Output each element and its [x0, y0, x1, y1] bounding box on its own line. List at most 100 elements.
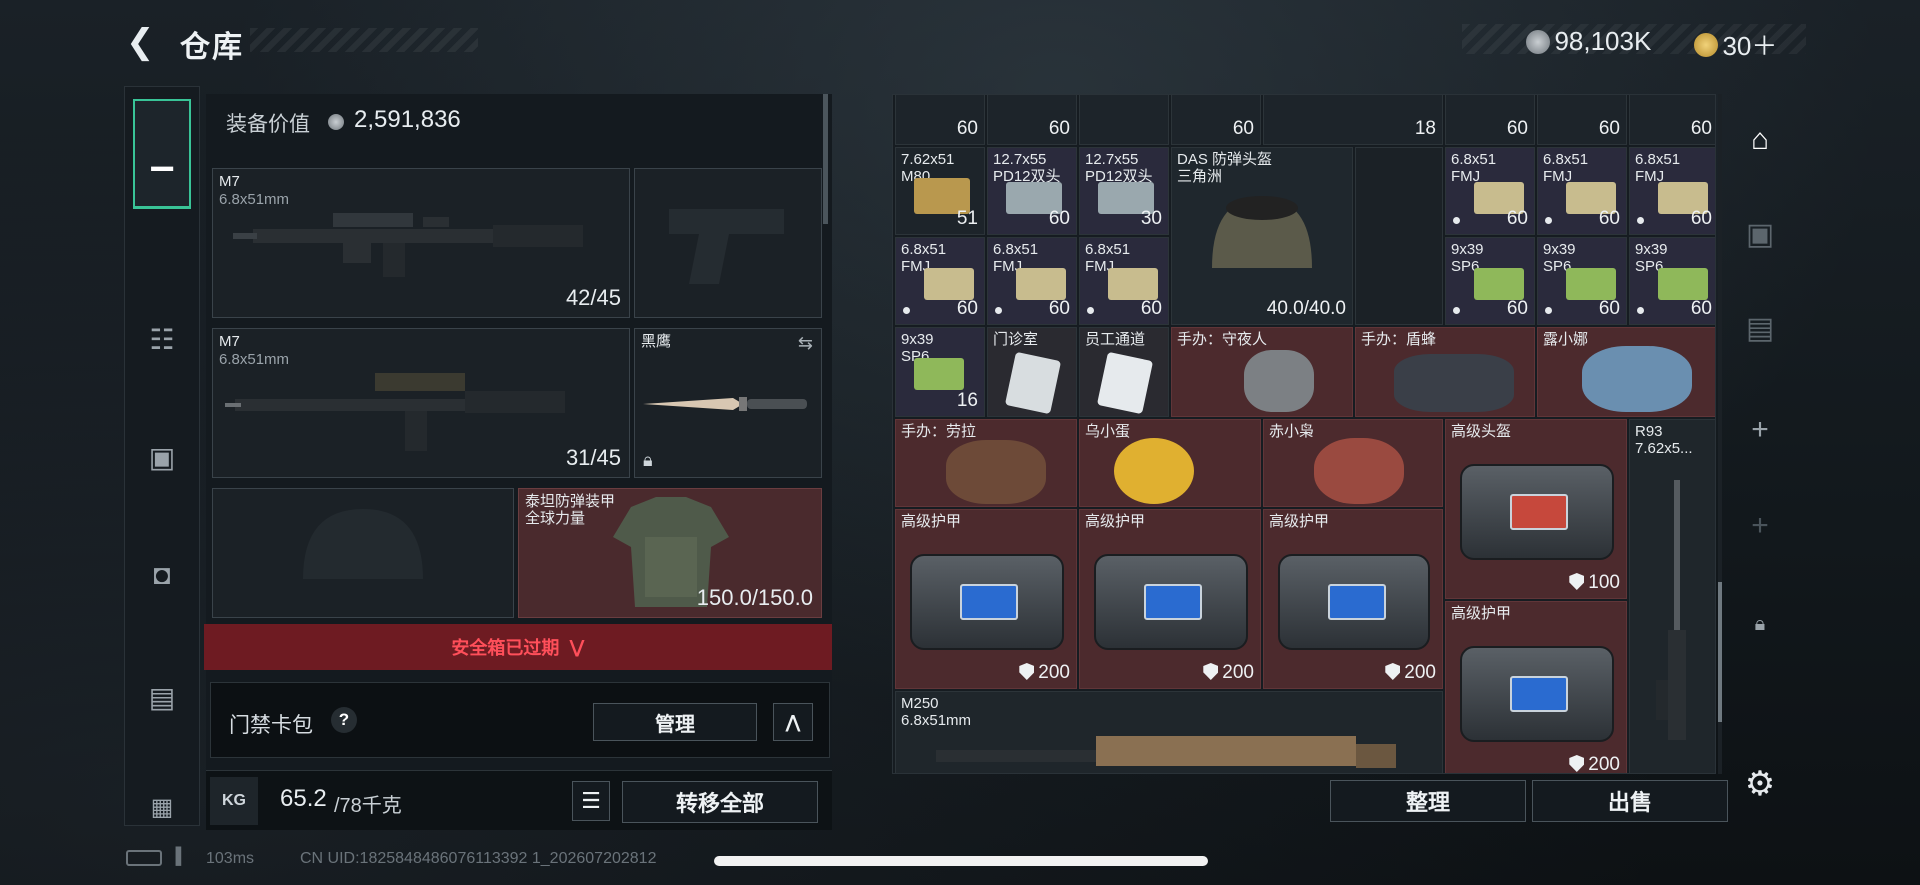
- ammo-item[interactable]: 6.8x51 FMJ 60: [987, 237, 1077, 325]
- sell-button[interactable]: 出售: [1532, 780, 1728, 822]
- ammo-item[interactable]: 12.7x55 PD12双头 60: [987, 147, 1077, 235]
- secondary-weapon-slot[interactable]: M7 6.8x51mm 31/45: [212, 328, 630, 478]
- helmet-slot-empty[interactable]: [212, 488, 514, 618]
- item-count: 200: [1038, 662, 1070, 683]
- ammo-item[interactable]: 7.62x51 M80 51: [895, 147, 985, 235]
- ammo-box-icon: [1566, 268, 1616, 300]
- item-count: 200: [1588, 754, 1620, 774]
- item-count: 60: [1506, 208, 1528, 229]
- gear-icon[interactable]: ⚙: [1722, 744, 1798, 824]
- rack-icon[interactable]: ▤: [1722, 288, 1798, 368]
- inventory-item[interactable]: [1079, 95, 1169, 145]
- armor-case-item[interactable]: 高级护甲 200: [1079, 509, 1261, 689]
- inventory-item[interactable]: 60: [987, 95, 1077, 145]
- figure-item[interactable]: 赤小枭: [1263, 419, 1443, 507]
- currency-2[interactable]: 30＋: [1694, 26, 1777, 63]
- item-count: 60: [956, 118, 978, 139]
- case-tab-icon[interactable]: ▤: [133, 667, 191, 727]
- back-icon[interactable]: ❮: [126, 24, 162, 60]
- inventory-item[interactable]: 60: [1537, 95, 1627, 145]
- item-count: 200: [1404, 662, 1436, 683]
- helmet-item[interactable]: DAS 防弹头盔 三角洲 40.0/40.0: [1171, 147, 1353, 325]
- sort-button[interactable]: 整理: [1330, 780, 1526, 822]
- armor-slot[interactable]: 泰坦防弹装甲 全球力量 150.0/150.0: [518, 488, 822, 618]
- ammo-item[interactable]: 9x39 SP6 16: [895, 327, 985, 417]
- item-count: 60: [1598, 298, 1620, 319]
- item-count: 60: [1690, 208, 1712, 229]
- item-label: 高级护甲: [901, 513, 962, 530]
- cabinet-icon[interactable]: ▣: [1722, 194, 1798, 274]
- item-count: 60: [1506, 298, 1528, 319]
- armor-case-item[interactable]: 高级护甲 200: [1445, 601, 1627, 774]
- inventory-item[interactable]: 60: [1445, 95, 1535, 145]
- ammo-item[interactable]: 6.8x51 FMJ 60: [1079, 237, 1169, 325]
- weapon-tab-icon[interactable]: ▁: [133, 99, 191, 209]
- status-dot: [1087, 307, 1094, 314]
- item-count: 60: [1598, 208, 1620, 229]
- armor-case-item[interactable]: 高级护甲 200: [895, 509, 1077, 689]
- weight-icon: KG: [210, 777, 258, 825]
- coin-icon: [328, 114, 344, 130]
- bag-icon: [1460, 646, 1614, 742]
- primary-weapon-slot[interactable]: M7 6.8x51mm 42/45: [212, 168, 630, 318]
- figure-icon: [1244, 350, 1314, 412]
- add-storage-icon[interactable]: +: [1722, 486, 1798, 566]
- inventory-item[interactable]: 60: [1629, 95, 1715, 145]
- figure-item[interactable]: 露小娜: [1537, 327, 1715, 417]
- figure-item[interactable]: 手办：劳拉: [895, 419, 1077, 507]
- scrollbar[interactable]: [823, 94, 828, 224]
- safebox-expired-banner[interactable]: 安全箱已过期 ⋁: [204, 624, 832, 670]
- item-label: R93 7.62x5...: [1635, 423, 1693, 457]
- currency-2-value: 30＋: [1722, 31, 1778, 61]
- ammo-item[interactable]: 9x39 SP6 60: [1537, 237, 1627, 325]
- warehouse-icon[interactable]: ⌂: [1722, 100, 1798, 180]
- ammo-item[interactable]: 6.8x51 FMJ 60: [895, 237, 985, 325]
- melee-slot[interactable]: 黑鹰 ⇆ 🔒︎: [634, 328, 822, 478]
- keycard-item[interactable]: 员工通道: [1079, 327, 1169, 417]
- keycard-item[interactable]: 门诊室: [987, 327, 1077, 417]
- currency-1: 98,103K: [1526, 26, 1651, 57]
- item-label: 6.8x51 FMJ: [1543, 151, 1589, 185]
- status-dot: [903, 307, 910, 314]
- home-indicator[interactable]: [714, 856, 1208, 866]
- ammo-item[interactable]: 6.8x51 FMJ 60: [1629, 147, 1715, 235]
- sniper-rifle-item[interactable]: R93 7.62x5...: [1629, 419, 1715, 773]
- inventory-empty-cell[interactable]: [1355, 147, 1443, 325]
- status-dot: [995, 307, 1002, 314]
- figure-item[interactable]: 乌小蛋: [1079, 419, 1261, 507]
- toolbox-tab-icon[interactable]: ▦: [133, 787, 191, 827]
- chevron-up-icon[interactable]: ⋀: [773, 703, 813, 741]
- inventory-item[interactable]: 18: [1263, 95, 1443, 145]
- ammo-item[interactable]: 12.7x55 PD12双头 30: [1079, 147, 1169, 235]
- ammo-box-icon: [1016, 268, 1066, 300]
- transfer-all-button[interactable]: 转移全部: [622, 781, 818, 823]
- weight-value: 65.2: [280, 785, 327, 812]
- list-icon[interactable]: ☰: [572, 781, 610, 821]
- bag-tab-icon[interactable]: ◘: [133, 545, 191, 605]
- vest-tab-icon[interactable]: ☷: [133, 309, 191, 369]
- pistol-slot-empty[interactable]: [634, 168, 822, 318]
- status-dot: [1453, 217, 1460, 224]
- backpack-tab-icon[interactable]: ▣: [133, 427, 191, 487]
- ammo-item[interactable]: 6.8x51 FMJ 60: [1445, 147, 1535, 235]
- durability: 200: [1203, 662, 1254, 684]
- manage-button[interactable]: 管理: [593, 703, 757, 741]
- figure-item[interactable]: 手办：守夜人: [1171, 327, 1353, 417]
- add-storage-icon[interactable]: +: [1722, 390, 1798, 470]
- machine-gun-item[interactable]: M250 6.8x51mm: [895, 691, 1443, 773]
- ammo-item[interactable]: 9x39 SP6 60: [1445, 237, 1535, 325]
- inventory-item[interactable]: 60: [1171, 95, 1261, 145]
- melee-name: 黑鹰: [641, 333, 672, 350]
- lock-icon: 🔒︎: [1754, 612, 1766, 635]
- item-label: 12.7x55 PD12双头: [993, 151, 1061, 185]
- swap-icon[interactable]: ⇆: [798, 333, 813, 354]
- safebox-expired-text: 安全箱已过期: [451, 638, 560, 658]
- help-icon[interactable]: ?: [331, 707, 357, 733]
- armor-case-item[interactable]: 高级护甲 200: [1263, 509, 1443, 689]
- ammo-item[interactable]: 6.8x51 FMJ 60: [1537, 147, 1627, 235]
- inventory-item[interactable]: 60: [895, 95, 985, 145]
- helmet-case-item[interactable]: 高级头盔 100: [1445, 419, 1627, 599]
- keycard-icon: [1004, 351, 1062, 415]
- figure-item[interactable]: 手办：盾蜂: [1355, 327, 1535, 417]
- ammo-item[interactable]: 9x39 SP6 60: [1629, 237, 1715, 325]
